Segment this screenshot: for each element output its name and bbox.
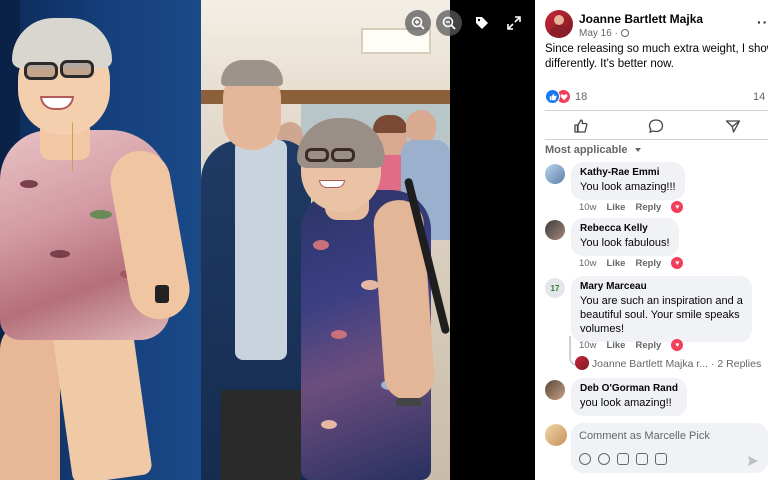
photo-letterbox <box>450 0 535 480</box>
comment-time[interactable]: 10w <box>579 202 596 213</box>
zoom-out-icon[interactable] <box>436 10 462 36</box>
commenter-avatar[interactable] <box>545 220 565 240</box>
comment-icon[interactable] <box>648 118 664 134</box>
photo-before <box>0 0 201 480</box>
comment-reply-button[interactable]: Reply <box>635 202 661 213</box>
commenter-avatar[interactable] <box>545 164 565 184</box>
reply-author-preview: Joanne Bartlett Majka r... <box>591 358 709 370</box>
comment-count[interactable]: 14 <box>753 91 768 103</box>
post-text-line-2: differently. It's better now. <box>545 58 674 70</box>
comment-text-line-1: You are such an inspiration and a <box>580 295 743 307</box>
comment-count-number: 14 <box>753 91 766 103</box>
commenter-avatar[interactable] <box>545 380 565 400</box>
comment-meta: 10w Like Reply ♥ <box>579 257 684 269</box>
comment-text-line-3: volumes! <box>580 323 625 335</box>
avatar-sticker-icon[interactable] <box>579 453 591 465</box>
comment-input[interactable]: Comment as Marcelle Pick <box>579 430 710 442</box>
share-icon[interactable] <box>725 118 741 134</box>
sort-label: Most applicable <box>545 144 628 156</box>
reactions-summary[interactable]: 18 14 <box>545 89 768 107</box>
emoji-icon[interactable] <box>598 453 610 465</box>
commenter-name[interactable]: Kathy-Rae Emmi <box>580 167 676 178</box>
comment-item: Rebecca Kelly You look fabulous! 10w Lik… <box>545 218 768 269</box>
like-reaction-icon <box>545 89 560 104</box>
love-reaction-icon[interactable]: ♥ <box>671 201 684 213</box>
comment-text: you look amazing!! <box>580 397 672 409</box>
comment-item: 17 Mary Marceau You are such an inspirat… <box>545 276 768 352</box>
comment-reply-button[interactable]: Reply <box>635 258 661 269</box>
comment-time[interactable]: 10w <box>579 258 596 269</box>
commenter-name[interactable]: Mary Marceau <box>580 281 743 292</box>
reply-author-avatar <box>575 356 589 370</box>
send-icon[interactable] <box>747 454 759 466</box>
comment-composer[interactable]: Comment as Marcelle Pick <box>571 423 768 473</box>
comment-like-button[interactable]: Like <box>606 340 625 351</box>
comment-bubble: Mary Marceau You are such an inspiration… <box>571 276 752 342</box>
comment-time[interactable]: 10w <box>579 340 596 351</box>
comment-meta: 10w Like Reply ♥ <box>579 339 684 351</box>
comment-bubble: Kathy-Rae Emmi You look amazing!!! <box>571 162 685 200</box>
sticker-icon[interactable] <box>655 453 667 465</box>
post-date[interactable]: May 16 · <box>579 28 629 39</box>
globe-icon <box>620 29 629 37</box>
reply-count: · 2 Replies <box>711 358 762 370</box>
photo-viewer[interactable] <box>0 0 535 480</box>
zoom-in-icon[interactable] <box>405 10 431 36</box>
comment-item: Deb O'Gorman Rand you look amazing!! <box>545 378 768 418</box>
tag-icon[interactable] <box>469 10 495 36</box>
comment-text: You look amazing!!! <box>580 181 676 193</box>
author-name[interactable]: Joanne Bartlett Majka <box>579 12 703 26</box>
commenter-avatar[interactable]: 17 <box>545 278 565 298</box>
comment-text: You look fabulous! <box>580 237 670 249</box>
current-user-avatar[interactable] <box>545 424 567 446</box>
comment-bubble: Deb O'Gorman Rand you look amazing!! <box>571 378 687 416</box>
commenter-name[interactable]: Rebecca Kelly <box>580 223 670 234</box>
like-icon[interactable] <box>573 118 589 134</box>
author-avatar[interactable] <box>545 10 573 38</box>
camera-icon[interactable] <box>617 453 629 465</box>
post-action-bar <box>545 110 768 140</box>
photo-after <box>201 0 450 480</box>
reaction-count: 18 <box>575 91 588 103</box>
comment-item: Kathy-Rae Emmi You look amazing!!! 10w L… <box>545 162 768 213</box>
post-date-text: May 16 · <box>579 28 621 39</box>
more-options-button[interactable]: ··· <box>757 14 768 30</box>
commenter-name[interactable]: Deb O'Gorman Rand <box>580 383 678 394</box>
post-text: Since releasing so much extra weight, I … <box>545 42 768 72</box>
post-text-line-1: Since releasing so much extra weight, I … <box>545 43 768 55</box>
love-reaction-icon[interactable]: ♥ <box>671 257 684 269</box>
comment-like-button[interactable]: Like <box>606 258 625 269</box>
comment-text-line-2: beautiful soul. Your smile speaks <box>580 309 740 321</box>
love-reaction-icon[interactable]: ♥ <box>671 339 684 351</box>
comment-reply-button[interactable]: Reply <box>635 340 661 351</box>
comment-like-button[interactable]: Like <box>606 202 625 213</box>
comment-bubble: Rebecca Kelly You look fabulous! <box>571 218 679 256</box>
view-replies-link[interactable]: Joanne Bartlett Majka r... · 2 Replies <box>575 356 768 374</box>
composer-toolbar <box>579 453 667 465</box>
comment-sort-dropdown[interactable]: Most applicable <box>545 144 641 156</box>
comment-meta: 10w Like Reply ♥ <box>579 201 684 213</box>
gif-icon[interactable] <box>636 453 648 465</box>
chevron-down-icon <box>634 148 641 152</box>
post-panel: Joanne Bartlett Majka May 16 · ··· Since… <box>535 0 768 480</box>
post-header: Joanne Bartlett Majka May 16 · ··· <box>545 10 768 40</box>
fullscreen-icon[interactable] <box>501 10 527 36</box>
